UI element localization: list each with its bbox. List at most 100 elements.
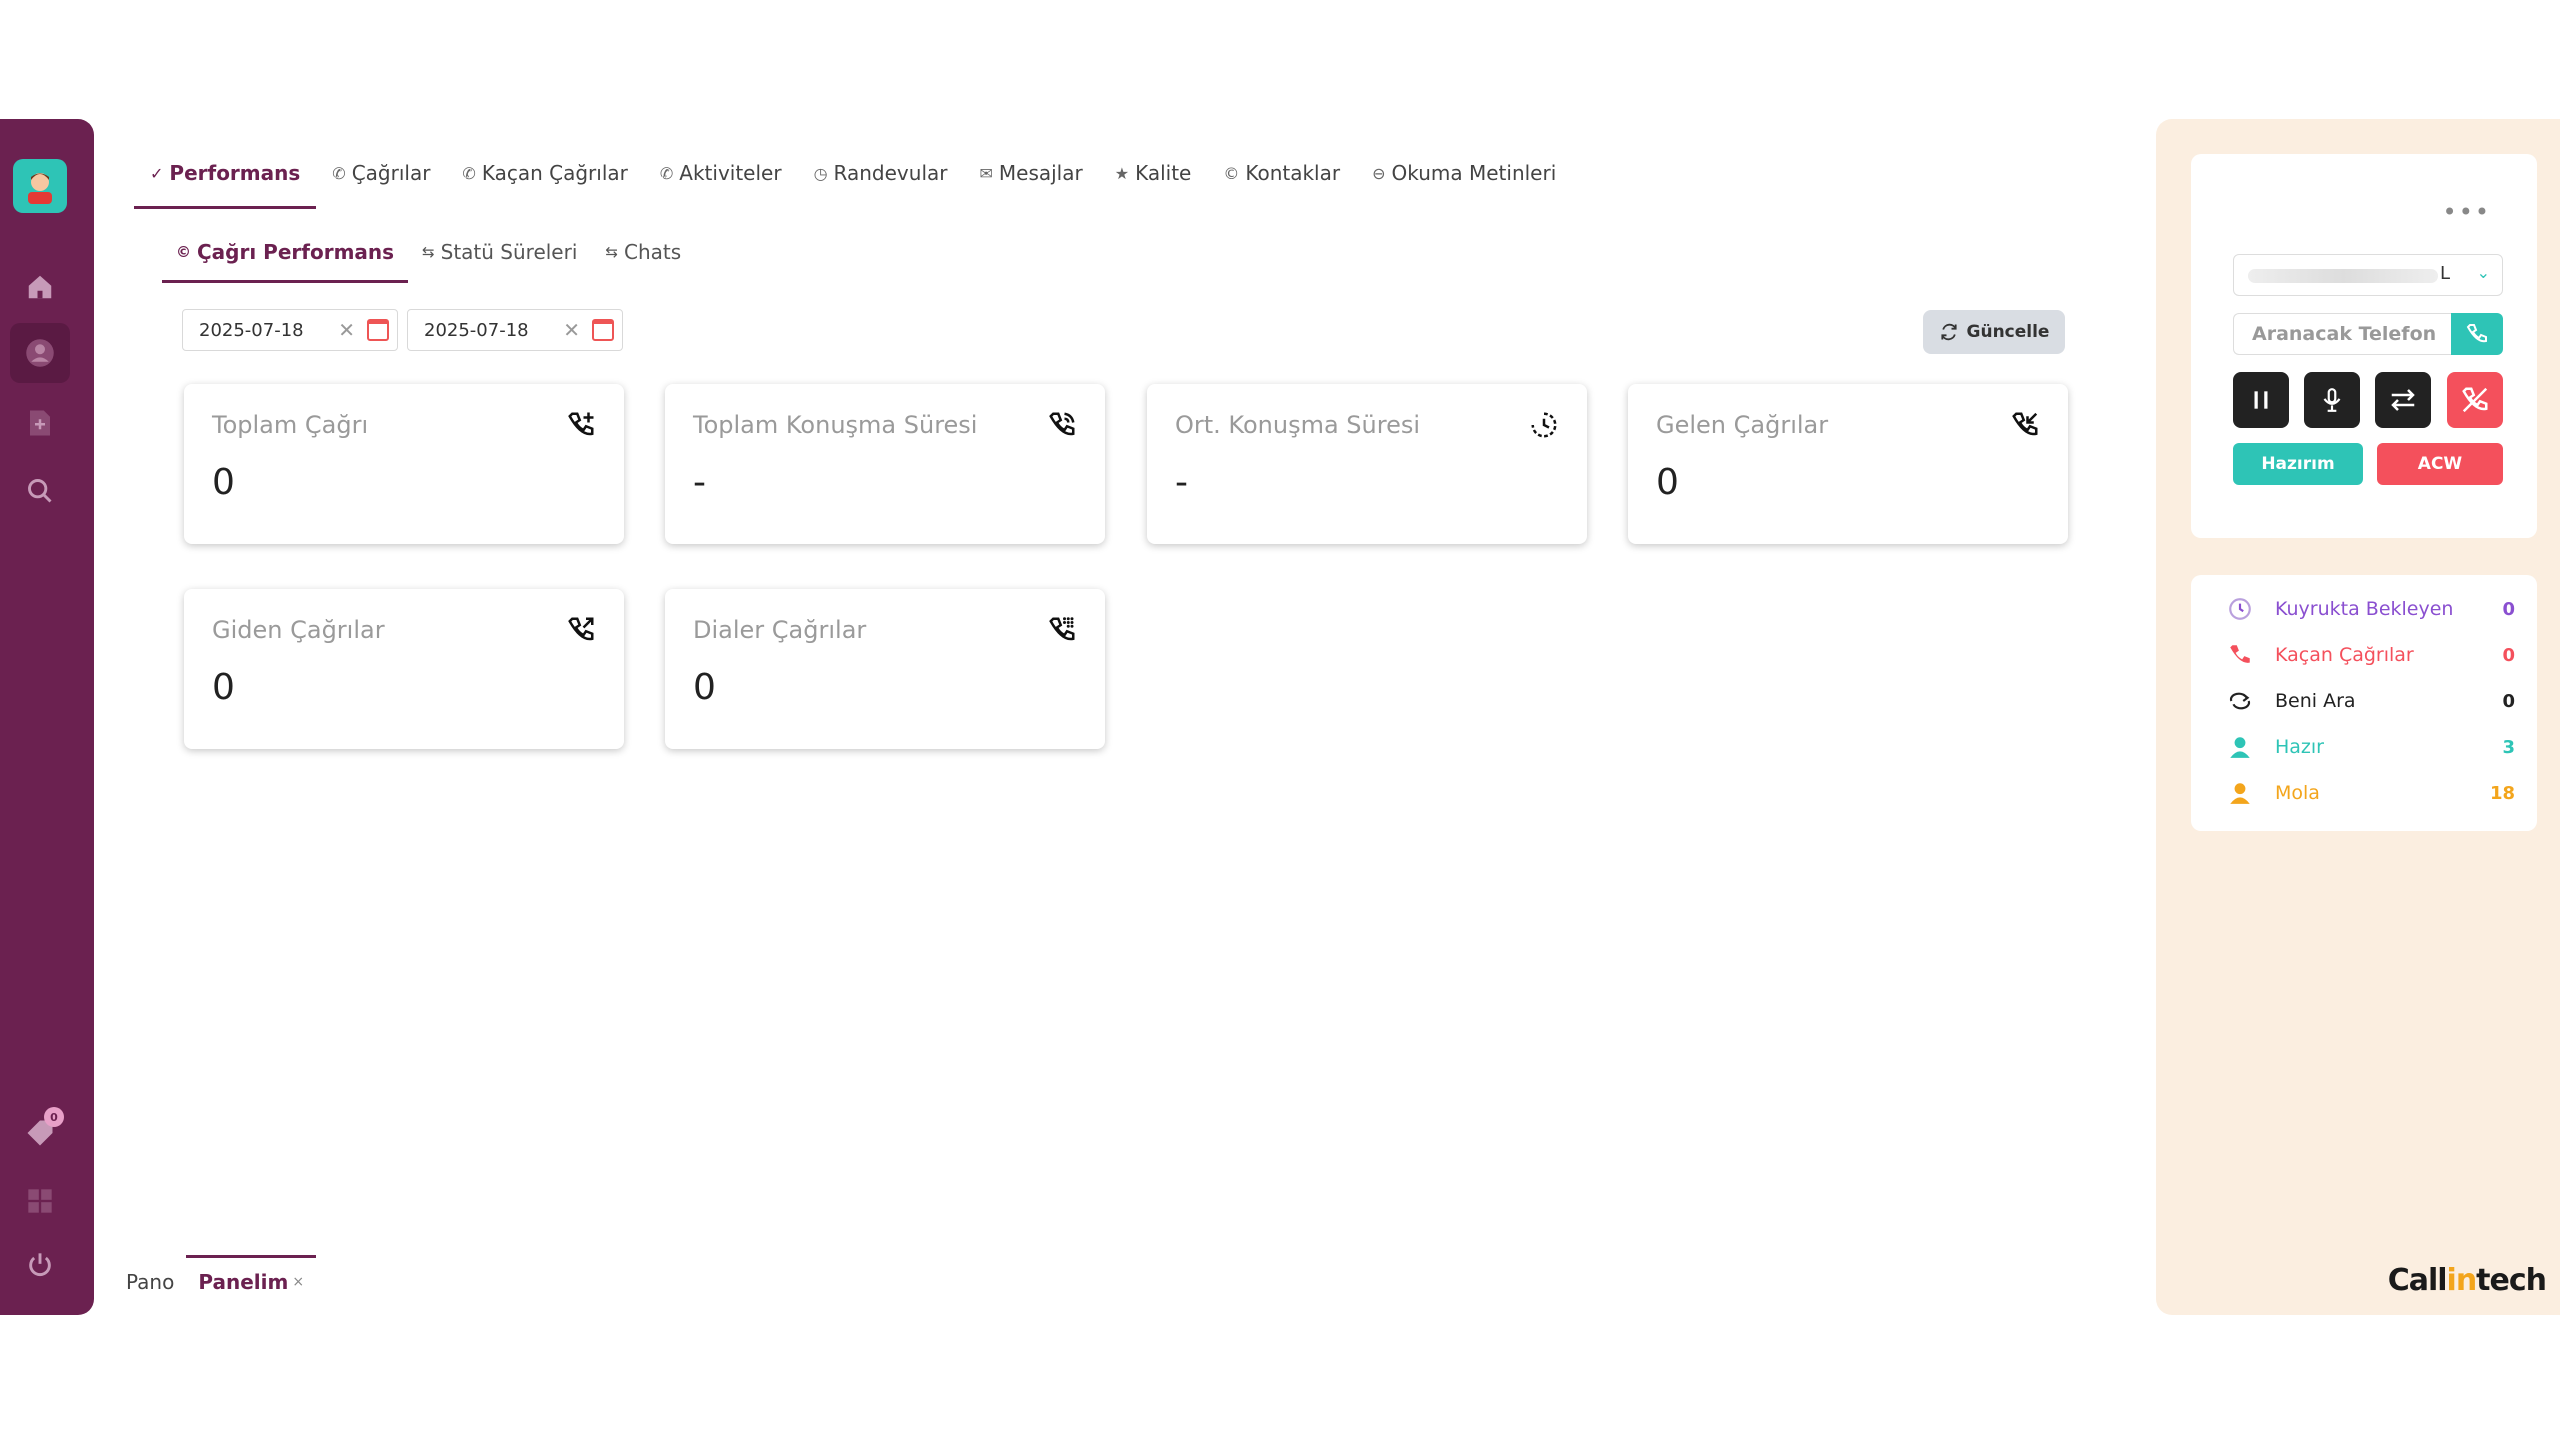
queue-label: Kuyrukta Bekleyen <box>2275 598 2454 620</box>
bottom-tab-pano[interactable]: Pano <box>114 1263 186 1301</box>
queue-value: 18 <box>2489 782 2515 804</box>
phone-plus-icon <box>568 412 594 436</box>
date-from-field[interactable]: 2025-07-18 ✕ <box>182 309 398 351</box>
profile-icon[interactable] <box>10 323 70 383</box>
tab-kontaklar[interactable]: © Kontaklar <box>1207 137 1356 209</box>
copyright-icon: © <box>176 243 191 261</box>
callback-icon <box>2225 686 2255 716</box>
phone-ring-icon <box>1049 412 1075 436</box>
home-icon[interactable] <box>20 267 60 307</box>
tab-okuma-metinleri[interactable]: ⊖ Okuma Metinleri <box>1356 137 1572 209</box>
queue-value: 0 <box>2502 598 2515 620</box>
bottom-tabs: Pano Panelim × <box>114 1255 316 1301</box>
refresh-icon <box>1940 323 1957 341</box>
phone-number-input[interactable]: Aranacak Telefon <box>2233 313 2451 355</box>
switch-icon: ⇆ <box>422 243 435 261</box>
refresh-button[interactable]: Güncelle <box>1923 310 2065 354</box>
tab-aktiviteler[interactable]: ✆ Aktiviteler <box>644 137 798 209</box>
sub-tabs: © Çağrı Performans ⇆ Statü Süreleri ⇆ Chats <box>162 221 695 283</box>
logo-part: in <box>2446 1263 2478 1298</box>
date-to-field[interactable]: 2025-07-18 ✕ <box>407 309 623 351</box>
phone-icon: ✆ <box>332 163 346 183</box>
calendar-icon[interactable] <box>592 319 614 341</box>
tag-icon[interactable]: 0 <box>20 1107 64 1153</box>
tab-kalite[interactable]: ★ Kalite <box>1099 137 1208 209</box>
logo-part: tech <box>2476 1263 2547 1298</box>
queue-row-mola[interactable]: Mola 18 <box>2225 775 2515 811</box>
logo-part: Call <box>2387 1263 2448 1298</box>
card-title: Dialer Çağrılar <box>693 616 867 644</box>
subtab-statu-sureleri[interactable]: ⇆ Statü Süreleri <box>408 221 591 283</box>
call-button[interactable] <box>2451 313 2503 355</box>
grid-icon[interactable] <box>20 1181 60 1221</box>
clear-icon[interactable]: ✕ <box>563 318 580 342</box>
subtab-chats[interactable]: ⇆ Chats <box>591 221 695 283</box>
check-icon: ✓ <box>150 163 164 183</box>
pause-icon <box>2254 391 2268 409</box>
search-icon[interactable] <box>20 471 60 511</box>
tab-cagrilar[interactable]: ✆ Çağrılar <box>316 137 446 209</box>
ready-button[interactable]: Hazırım <box>2233 443 2363 485</box>
tab-label: Okuma Metinleri <box>1391 161 1557 185</box>
top-tabs: ✓ Performans ✆ Çağrılar ✆ Kaçan Çağrılar ✆ A… <box>134 137 1572 209</box>
transfer-icon <box>2391 389 2415 411</box>
more-menu-icon[interactable]: ••• <box>2443 198 2491 226</box>
redacted-value <box>2248 269 2438 283</box>
queue-row-kuyrukta-bekleyen[interactable]: Kuyrukta Bekleyen 0 <box>2225 591 2515 627</box>
subtab-label: Chats <box>623 240 682 264</box>
phone-icon: ✆ <box>462 163 476 183</box>
agent-ready-icon <box>2225 732 2255 762</box>
bottom-tab-panelim[interactable]: Panelim × <box>186 1255 316 1301</box>
queue-row-hazir[interactable]: Hazır 3 <box>2225 729 2515 765</box>
close-tab-icon[interactable]: × <box>292 1274 304 1290</box>
user-avatar[interactable] <box>13 159 67 213</box>
hangup-button[interactable] <box>2447 372 2503 428</box>
phone-outgoing-icon <box>568 617 594 641</box>
card-title: Toplam Çağrı <box>212 411 369 439</box>
card-title: Gelen Çağrılar <box>1656 411 1829 439</box>
card-title: Ort. Konuşma Süresi <box>1175 411 1421 439</box>
stat-card-toplam-cagri: Toplam Çağrı 0 <box>184 384 624 544</box>
queue-label: Hazır <box>2275 736 2324 758</box>
card-value: 0 <box>693 667 716 708</box>
queue-row-kacan-cagrilar[interactable]: Kaçan Çağrılar 0 <box>2225 637 2515 673</box>
notification-badge: 0 <box>44 1107 64 1127</box>
brand-logo: Callintech <box>2387 1263 2547 1298</box>
phone-dialpad-icon <box>1049 617 1075 641</box>
subtab-label: Çağrı Performans <box>197 240 395 264</box>
clear-icon[interactable]: ✕ <box>338 318 355 342</box>
card-value: 0 <box>1656 462 1679 503</box>
clock-icon: ◷ <box>813 163 828 183</box>
phone-icon <box>2466 324 2487 343</box>
queue-select[interactable]: L ⌄ <box>2233 254 2503 296</box>
date-from-value: 2025-07-18 <box>199 319 304 341</box>
bottom-tab-label: Pano <box>126 1270 175 1294</box>
stat-card-giden-cagrilar: Giden Çağrılar 0 <box>184 589 624 749</box>
tab-mesajlar[interactable]: ✉ Mesajlar <box>963 137 1098 209</box>
power-icon[interactable] <box>20 1245 60 1285</box>
timer-icon <box>1531 412 1557 438</box>
script-icon: ⊖ <box>1372 163 1386 183</box>
agent-break-icon <box>2225 778 2255 808</box>
tab-performans[interactable]: ✓ Performans <box>134 137 317 209</box>
stat-card-dialer-cagrilar: Dialer Çağrılar 0 <box>665 589 1105 749</box>
hold-button[interactable] <box>2233 372 2289 428</box>
subtab-cagri-performans[interactable]: © Çağrı Performans <box>162 221 409 283</box>
contact-icon: © <box>1223 163 1240 183</box>
queue-value: 0 <box>2502 644 2515 666</box>
phone-icon: ✆ <box>659 163 674 183</box>
acw-button[interactable]: ACW <box>2377 443 2503 485</box>
add-file-icon[interactable] <box>20 403 60 443</box>
refresh-label: Güncelle <box>1966 322 2050 342</box>
tab-randevular[interactable]: ◷ Randevular <box>798 137 964 209</box>
calendar-icon[interactable] <box>367 319 389 341</box>
card-value: 0 <box>212 667 235 708</box>
sidebar: 0 <box>0 119 94 1315</box>
transfer-button[interactable] <box>2375 372 2431 428</box>
switch-icon: ⇆ <box>605 243 618 261</box>
queue-label: Beni Ara <box>2275 690 2356 712</box>
queue-row-beni-ara[interactable]: Beni Ara 0 <box>2225 683 2515 719</box>
tab-kacan-cagrilar[interactable]: ✆ Kaçan Çağrılar <box>446 137 643 209</box>
tab-label: Mesajlar <box>998 161 1083 185</box>
mute-button[interactable] <box>2304 372 2360 428</box>
